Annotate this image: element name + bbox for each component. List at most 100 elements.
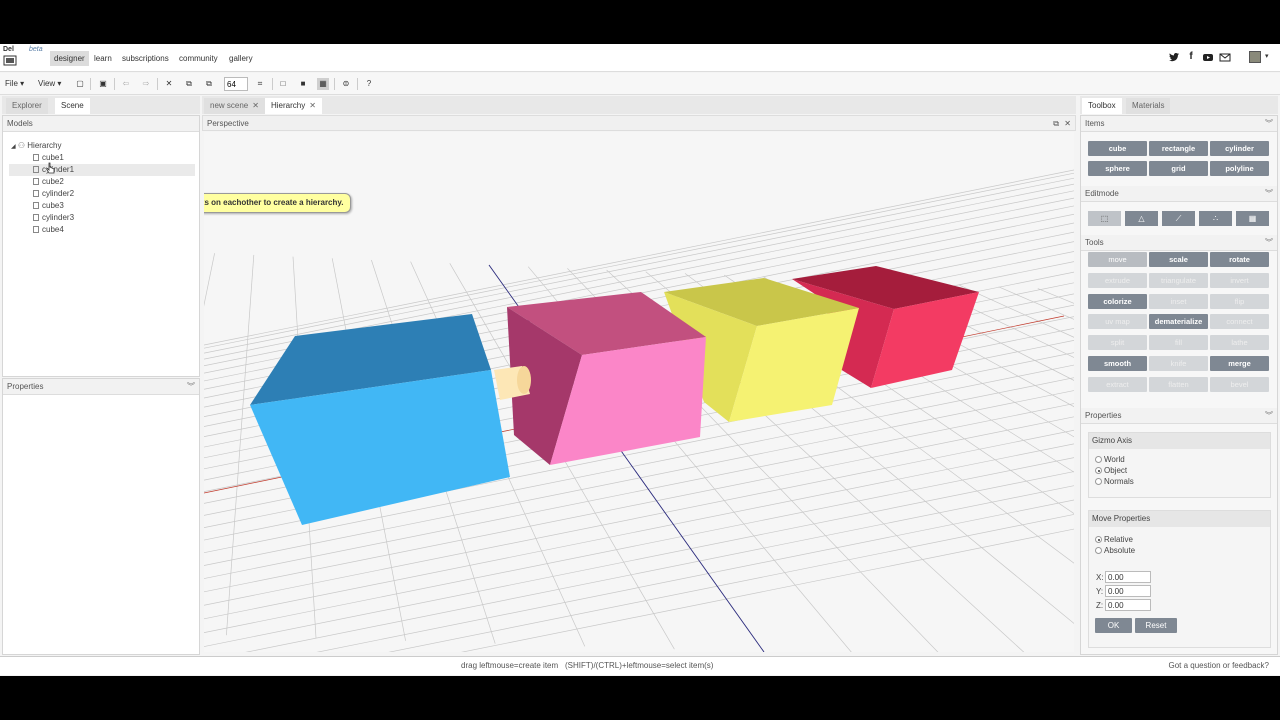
reset-button[interactable]: Reset: [1135, 618, 1177, 633]
tool-fill-button[interactable]: fill: [1149, 335, 1208, 351]
wireframe-icon[interactable]: □: [277, 78, 289, 90]
copy-icon[interactable]: ⧉: [183, 78, 195, 90]
collapse-icon[interactable]: ︾: [1265, 235, 1273, 251]
item-rectangle-button[interactable]: rectangle: [1149, 141, 1208, 156]
x-input[interactable]: [1105, 571, 1151, 583]
object-mode-icon[interactable]: ⬚: [1088, 211, 1121, 226]
collapse-icon[interactable]: ︾: [1265, 116, 1273, 132]
tool-split-button[interactable]: split: [1088, 335, 1147, 351]
tab-new-scene[interactable]: new scene ✕: [204, 98, 265, 114]
z-input[interactable]: [1105, 599, 1151, 611]
tool-flatten-button[interactable]: flatten: [1149, 376, 1208, 392]
mail-icon[interactable]: [1219, 51, 1231, 63]
save-icon[interactable]: ▣: [97, 78, 109, 90]
expand-icon[interactable]: ◢: [11, 144, 16, 150]
file-menu[interactable]: File ▾: [5, 79, 24, 88]
tool-scale-button[interactable]: scale: [1149, 252, 1208, 267]
radio-relative[interactable]: Relative: [1095, 535, 1133, 544]
tab-explorer[interactable]: Explorer: [6, 98, 48, 114]
twitter-icon[interactable]: [1168, 51, 1180, 63]
collapse-icon[interactable]: ︾: [1265, 408, 1273, 424]
item-sphere-button[interactable]: sphere: [1088, 161, 1147, 176]
tool-connect-button[interactable]: connect: [1210, 314, 1269, 330]
delete-icon[interactable]: ✕: [163, 78, 175, 90]
feedback-link[interactable]: Got a question or feedback?: [1168, 661, 1269, 670]
radio-object[interactable]: Object: [1095, 466, 1127, 475]
cylinder1[interactable]: [494, 366, 531, 400]
cube2[interactable]: [507, 292, 706, 465]
tree-item[interactable]: cube3: [33, 200, 64, 212]
tool-inset-button[interactable]: inset: [1149, 293, 1208, 309]
new-file-icon[interactable]: ▢: [74, 78, 86, 90]
y-input[interactable]: [1105, 585, 1151, 597]
ok-button[interactable]: OK: [1095, 618, 1132, 633]
nav-designer[interactable]: designer: [50, 51, 89, 66]
tab-scene[interactable]: Scene: [55, 98, 90, 114]
grid-mode-icon[interactable]: ▦: [1236, 211, 1269, 226]
view-menu[interactable]: View ▾: [38, 79, 61, 88]
tab-toolbox[interactable]: Toolbox: [1082, 98, 1122, 114]
close-icon[interactable]: ✕: [252, 101, 259, 110]
tool-extract-button[interactable]: extract: [1088, 376, 1147, 392]
tree-item[interactable]: cylinder1: [9, 164, 195, 176]
popout-icon[interactable]: ⧉: [1053, 116, 1059, 132]
youtube-icon[interactable]: [1202, 51, 1214, 63]
collapse-icon[interactable]: ︾: [187, 379, 195, 395]
tree-item[interactable]: cube2: [33, 176, 64, 188]
help-icon[interactable]: ?: [363, 78, 375, 90]
tab-hierarchy[interactable]: Hierarchy ✕: [265, 98, 322, 114]
snap-icon[interactable]: ⌗: [254, 78, 266, 90]
tool-knife-button[interactable]: knife: [1149, 356, 1208, 371]
collapse-icon[interactable]: ︾: [1265, 186, 1273, 202]
nav-gallery[interactable]: gallery: [225, 51, 257, 66]
properties-header-right: Properties ︾: [1081, 408, 1277, 424]
tool-invert-button[interactable]: invert: [1210, 272, 1269, 288]
face-mode-icon[interactable]: △: [1125, 211, 1158, 226]
tool-smooth-button[interactable]: smooth: [1088, 356, 1147, 371]
chevron-down-icon[interactable]: ▾: [1265, 52, 1269, 60]
facebook-icon[interactable]: f: [1185, 51, 1197, 63]
separator: [272, 78, 273, 90]
grid-toggle-icon[interactable]: ▦: [317, 78, 329, 90]
close-icon[interactable]: ✕: [1064, 116, 1071, 132]
close-icon[interactable]: ✕: [309, 101, 316, 110]
radio-world[interactable]: World: [1095, 455, 1125, 464]
tree-item[interactable]: cube4: [33, 224, 64, 236]
nav-subscriptions[interactable]: subscriptions: [118, 51, 173, 66]
tab-materials[interactable]: Materials: [1126, 98, 1171, 114]
redo-icon[interactable]: ⇨: [140, 78, 152, 90]
tool-dematerialize-button[interactable]: dematerialize: [1149, 314, 1208, 330]
vertex-mode-icon[interactable]: ∴: [1199, 211, 1232, 226]
nav-learn[interactable]: learn: [90, 51, 116, 66]
scene-tree: ◢ ⚇ Hierarchy cube1 cylinder1 cube2 cyli…: [3, 134, 199, 374]
tool-uv-map-button[interactable]: uv map: [1088, 314, 1147, 330]
tool-extrude-button[interactable]: extrude: [1088, 272, 1147, 288]
item-cube-button[interactable]: cube: [1088, 141, 1147, 156]
grid-size-input[interactable]: [224, 77, 248, 91]
item-cylinder-button[interactable]: cylinder: [1210, 141, 1269, 156]
edge-mode-icon[interactable]: ⟋: [1162, 211, 1195, 226]
tree-root[interactable]: ◢ ⚇ Hierarchy: [11, 140, 62, 152]
radio-absolute[interactable]: Absolute: [1095, 546, 1135, 555]
tool-rotate-button[interactable]: rotate: [1210, 252, 1269, 267]
item-polyline-button[interactable]: polyline: [1210, 161, 1269, 176]
radio-normals[interactable]: Normals: [1095, 477, 1134, 486]
item-grid-button[interactable]: grid: [1149, 161, 1208, 176]
logo[interactable]: Del: [3, 46, 27, 70]
tool-lathe-button[interactable]: lathe: [1210, 335, 1269, 351]
paste-icon[interactable]: ⧉: [203, 78, 215, 90]
nav-community[interactable]: community: [175, 51, 222, 66]
tree-item[interactable]: cylinder3: [33, 212, 74, 224]
tree-item[interactable]: cylinder2: [33, 188, 74, 200]
viewport-3d[interactable]: Drag and drop objects on eachother to cr…: [204, 132, 1074, 652]
undo-icon[interactable]: ⇦: [120, 78, 132, 90]
tool-flip-button[interactable]: flip: [1210, 293, 1269, 309]
solid-icon[interactable]: ■: [297, 78, 309, 90]
avatar[interactable]: [1249, 51, 1261, 63]
tool-merge-button[interactable]: merge: [1210, 356, 1269, 371]
tool-colorize-button[interactable]: colorize: [1088, 293, 1147, 309]
tool-bevel-button[interactable]: bevel: [1210, 376, 1269, 392]
render-icon[interactable]: ⊜: [340, 78, 352, 90]
tool-triangulate-button[interactable]: triangulate: [1149, 272, 1208, 288]
tool-move-button[interactable]: move: [1088, 252, 1147, 267]
